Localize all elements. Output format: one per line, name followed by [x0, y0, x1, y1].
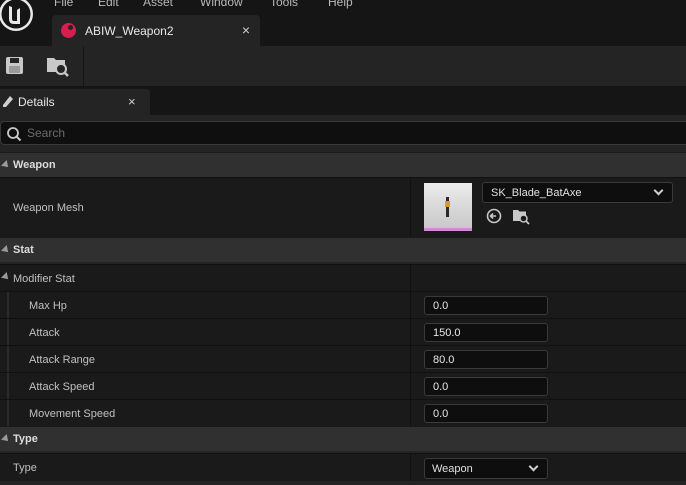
- save-icon[interactable]: [2, 54, 28, 78]
- tab-close-button[interactable]: ×: [242, 22, 250, 38]
- property-weapon-mesh: Weapon Mesh SK_Blade_BatAxe: [0, 177, 686, 237]
- chevron-down-icon: [653, 185, 664, 196]
- indent-guide: [7, 400, 9, 426]
- asset-tab[interactable]: ABIW_Weapon2 ×: [52, 15, 260, 46]
- details-icon: [3, 96, 13, 107]
- category-type[interactable]: Type: [0, 426, 686, 451]
- details-panel: Weapon Weapon Mesh SK_Blade_BatAxe Stat …: [0, 115, 686, 485]
- property-movement-speed: Movement Speed 0.0: [0, 399, 686, 426]
- property-modifier-stat[interactable]: Modifier Stat: [0, 264, 686, 291]
- category-label: Weapon: [13, 159, 56, 171]
- details-close-button[interactable]: ×: [128, 94, 136, 109]
- property-label: Max Hp: [29, 300, 67, 312]
- indent-guide: [7, 319, 9, 345]
- unreal-logo-icon[interactable]: [0, 0, 36, 36]
- asset-picker[interactable]: SK_Blade_BatAxe: [482, 182, 673, 203]
- browse-asset-icon[interactable]: [512, 207, 530, 225]
- use-selected-icon[interactable]: [486, 208, 502, 224]
- indent-guide: [7, 373, 9, 399]
- mesh-preview: [445, 197, 450, 217]
- property-attack: Attack 150.0: [0, 318, 686, 345]
- collapse-arrow-icon[interactable]: [1, 245, 11, 255]
- menu-tools[interactable]: Tools: [270, 0, 298, 9]
- details-title: Details: [18, 95, 55, 109]
- column-divider[interactable]: [410, 454, 411, 481]
- column-divider[interactable]: [410, 319, 411, 345]
- menu-edit[interactable]: Edit: [98, 0, 119, 9]
- category-stat[interactable]: Stat: [0, 237, 686, 262]
- property-attack-range: Attack Range 80.0: [0, 345, 686, 372]
- browse-icon[interactable]: [45, 54, 71, 78]
- indent-guide: [7, 346, 9, 372]
- search-input[interactable]: [27, 125, 667, 141]
- property-max-hp: Max Hp 0.0: [0, 291, 686, 318]
- attack-field[interactable]: 150.0: [424, 323, 548, 342]
- column-divider[interactable]: [410, 373, 411, 399]
- column-divider[interactable]: [410, 178, 411, 237]
- attack-speed-field[interactable]: 0.0: [424, 377, 548, 396]
- search-icon: [7, 127, 22, 142]
- property-type: Type Weapon: [0, 453, 686, 481]
- category-label: Type: [13, 433, 38, 445]
- collapse-arrow-icon[interactable]: [1, 160, 11, 170]
- search-box[interactable]: [0, 121, 686, 145]
- property-label: Modifier Stat: [13, 273, 75, 285]
- column-divider[interactable]: [410, 400, 411, 426]
- property-label: Type: [13, 462, 37, 474]
- property-label: Attack Range: [29, 354, 96, 366]
- asset-name: SK_Blade_BatAxe: [491, 187, 582, 199]
- property-attack-speed: Attack Speed 0.0: [0, 372, 686, 399]
- toolbar: [0, 46, 686, 86]
- collapse-arrow-icon[interactable]: [1, 434, 11, 444]
- column-divider[interactable]: [410, 292, 411, 318]
- category-label: Stat: [13, 244, 34, 256]
- type-dropdown[interactable]: Weapon: [424, 458, 548, 479]
- property-label: Movement Speed: [29, 408, 116, 420]
- property-label: Weapon Mesh: [13, 202, 84, 214]
- toolbar-separator: [83, 46, 84, 86]
- title-bar: File Edit Asset Window Tools Help ABIW_W…: [0, 0, 686, 46]
- dropdown-value: Weapon: [432, 463, 473, 475]
- tab-title: ABIW_Weapon2: [85, 24, 174, 38]
- chevron-down-icon: [528, 461, 539, 472]
- details-tab[interactable]: Details ×: [0, 89, 150, 115]
- movement-speed-field[interactable]: 0.0: [424, 404, 548, 423]
- menu-help[interactable]: Help: [328, 0, 353, 9]
- collapse-arrow-icon[interactable]: [1, 272, 11, 282]
- column-divider[interactable]: [410, 346, 411, 372]
- attack-range-field[interactable]: 80.0: [424, 350, 548, 369]
- column-divider[interactable]: [410, 265, 411, 291]
- menu-file[interactable]: File: [54, 0, 73, 9]
- indent-guide: [7, 292, 9, 318]
- property-label: Attack Speed: [29, 381, 95, 393]
- max-hp-field[interactable]: 0.0: [424, 296, 548, 315]
- category-weapon[interactable]: Weapon: [0, 152, 686, 177]
- menu-asset[interactable]: Asset: [143, 0, 173, 9]
- menu-window[interactable]: Window: [200, 0, 243, 9]
- property-label: Attack: [29, 327, 60, 339]
- asset-thumbnail[interactable]: [424, 183, 472, 231]
- blueprint-icon: [61, 23, 76, 38]
